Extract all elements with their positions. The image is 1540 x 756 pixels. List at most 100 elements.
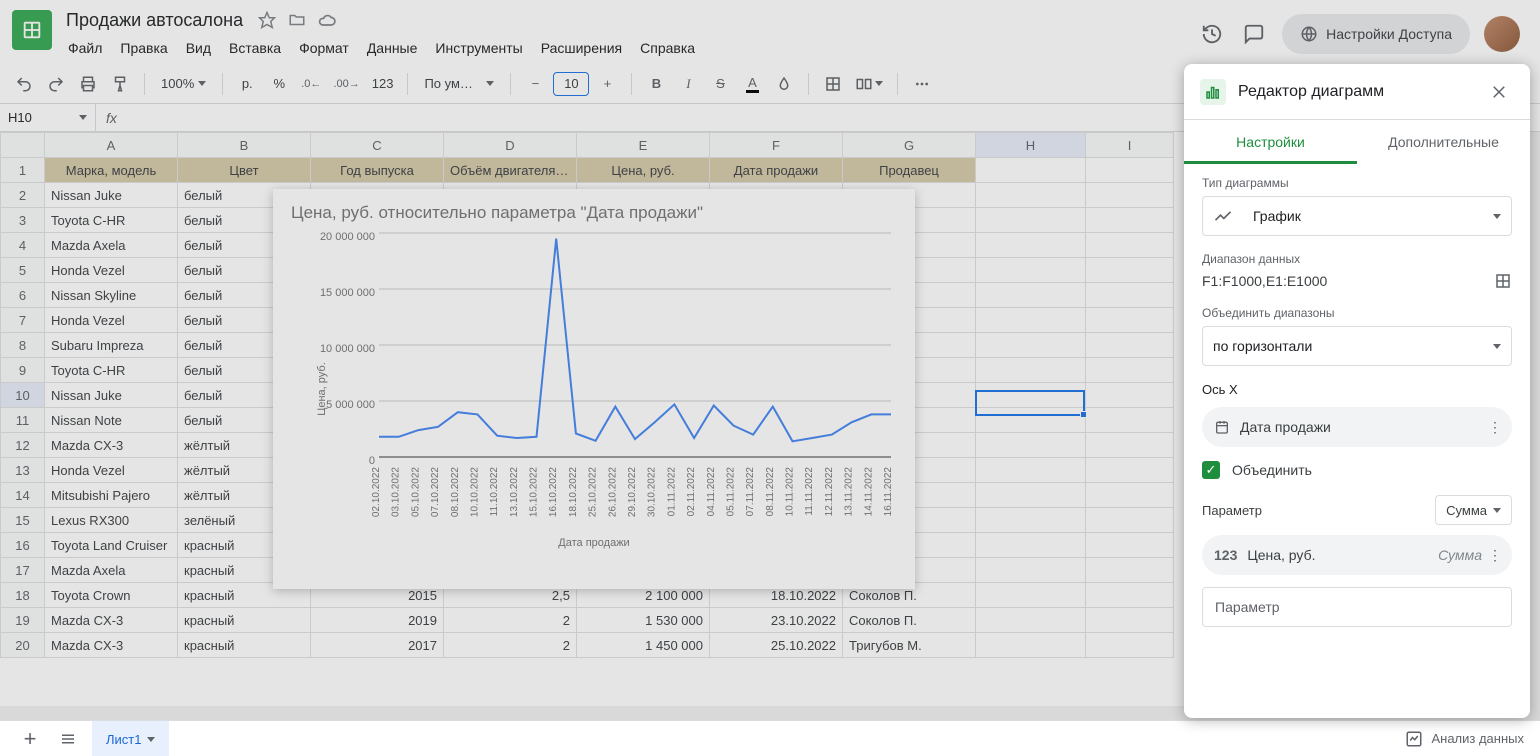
cell[interactable]: 2 — [444, 608, 577, 633]
col-header-D[interactable]: D — [444, 133, 577, 158]
cell[interactable]: Nissan Juke — [45, 383, 178, 408]
col-header-G[interactable]: G — [843, 133, 976, 158]
cell[interactable]: Nissan Juke — [45, 183, 178, 208]
row-header[interactable]: 6 — [1, 283, 45, 308]
more-icon[interactable]: ⋮ — [1488, 419, 1502, 436]
cell[interactable]: Honda Vezel — [45, 258, 178, 283]
paint-format-button[interactable] — [106, 70, 134, 98]
header-cell[interactable]: Объём двигателя, л — [444, 158, 577, 183]
col-header-F[interactable]: F — [710, 133, 843, 158]
col-header-A[interactable]: A — [45, 133, 178, 158]
cell[interactable]: Toyota C-HR — [45, 208, 178, 233]
cell[interactable]: Toyota Land Cruiser — [45, 533, 178, 558]
font-size-increase[interactable]: + — [593, 70, 621, 98]
cell[interactable]: Mazda CX-3 — [45, 608, 178, 633]
menu-инструменты[interactable]: Инструменты — [427, 36, 530, 60]
cell[interactable]: Toyota C-HR — [45, 358, 178, 383]
cell[interactable]: Honda Vezel — [45, 458, 178, 483]
row-header[interactable]: 14 — [1, 483, 45, 508]
decrease-decimal-button[interactable]: .0← — [297, 70, 325, 98]
row-header[interactable]: 7 — [1, 308, 45, 333]
increase-decimal-button[interactable]: .00→ — [329, 70, 363, 98]
cell[interactable]: 2017 — [311, 633, 444, 658]
col-header-B[interactable]: B — [178, 133, 311, 158]
header-cell[interactable]: Дата продажи — [710, 158, 843, 183]
menu-вид[interactable]: Вид — [178, 36, 219, 60]
font-size-input[interactable]: 10 — [553, 72, 589, 96]
print-button[interactable] — [74, 70, 102, 98]
cell[interactable]: красный — [178, 608, 311, 633]
merge-button[interactable] — [851, 70, 887, 98]
row-header[interactable]: 12 — [1, 433, 45, 458]
header-cell[interactable]: Марка, модель — [45, 158, 178, 183]
close-button[interactable] — [1490, 83, 1514, 101]
col-header-H[interactable]: H — [976, 133, 1086, 158]
history-icon[interactable] — [1198, 20, 1226, 48]
combine-ranges-select[interactable]: по горизонтали — [1202, 326, 1512, 366]
data-range-input[interactable]: F1:F1000,E1:E1000 — [1202, 273, 1494, 289]
header-cell[interactable]: Продавец — [843, 158, 976, 183]
more-icon[interactable]: ⋮ — [1488, 547, 1502, 564]
explore-button[interactable]: Анализ данных — [1405, 730, 1524, 748]
currency-button[interactable]: р. — [233, 70, 261, 98]
row-header[interactable]: 9 — [1, 358, 45, 383]
cell[interactable]: Mazda Axela — [45, 233, 178, 258]
row-header[interactable]: 15 — [1, 508, 45, 533]
sheet-tab-1[interactable]: Лист1 — [92, 721, 169, 756]
cell[interactable]: Mitsubishi Pajero — [45, 483, 178, 508]
redo-button[interactable] — [42, 70, 70, 98]
chart-type-select[interactable]: График — [1202, 196, 1512, 236]
menu-файл[interactable]: Файл — [60, 36, 110, 60]
font-size-decrease[interactable]: − — [521, 70, 549, 98]
doc-title[interactable]: Продажи автосалона — [60, 8, 249, 33]
cell[interactable]: Honda Vezel — [45, 308, 178, 333]
xaxis-chip[interactable]: Дата продажи ⋮ — [1202, 407, 1512, 447]
row-header[interactable]: 17 — [1, 558, 45, 583]
cell[interactable]: Subaru Impreza — [45, 333, 178, 358]
aggregate-type-select[interactable]: Сумма — [1435, 495, 1512, 525]
tab-customize[interactable]: Дополнительные — [1357, 120, 1530, 164]
row-header[interactable]: 8 — [1, 333, 45, 358]
row-header[interactable]: 19 — [1, 608, 45, 633]
fill-color-button[interactable] — [770, 70, 798, 98]
cell[interactable]: 23.10.2022 — [710, 608, 843, 633]
row-header[interactable]: 16 — [1, 533, 45, 558]
cell[interactable]: Mazda CX-3 — [45, 633, 178, 658]
menu-формат[interactable]: Формат — [291, 36, 357, 60]
menu-справка[interactable]: Справка — [632, 36, 703, 60]
header-cell[interactable]: Год выпуска — [311, 158, 444, 183]
all-sheets-button[interactable] — [54, 725, 82, 753]
menu-данные[interactable]: Данные — [359, 36, 426, 60]
cell[interactable]: Mazda Axela — [45, 558, 178, 583]
cloud-icon[interactable] — [315, 8, 339, 32]
share-button[interactable]: Настройки Доступа — [1282, 14, 1470, 54]
row-header[interactable]: 11 — [1, 408, 45, 433]
series-chip[interactable]: 123 Цена, руб. Сумма ⋮ — [1202, 535, 1512, 575]
percent-button[interactable]: % — [265, 70, 293, 98]
cell[interactable]: Mazda CX-3 — [45, 433, 178, 458]
menu-вставка[interactable]: Вставка — [221, 36, 289, 60]
bold-button[interactable]: B — [642, 70, 670, 98]
cell[interactable]: Соколов П. — [843, 608, 976, 633]
header-cell[interactable]: Цена, руб. — [577, 158, 710, 183]
row-header[interactable]: 1 — [1, 158, 45, 183]
comment-icon[interactable] — [1240, 20, 1268, 48]
select-range-icon[interactable] — [1494, 272, 1512, 290]
cell[interactable]: 2019 — [311, 608, 444, 633]
aggregate-checkbox[interactable]: ✓ — [1202, 461, 1220, 479]
row-header[interactable]: 13 — [1, 458, 45, 483]
cell[interactable]: Nissan Note — [45, 408, 178, 433]
row-header[interactable]: 18 — [1, 583, 45, 608]
row-header[interactable]: 2 — [1, 183, 45, 208]
menu-правка[interactable]: Правка — [112, 36, 175, 60]
cell[interactable]: 1 450 000 — [577, 633, 710, 658]
number-format-button[interactable]: 123 — [368, 70, 398, 98]
sheets-logo[interactable] — [12, 10, 52, 50]
avatar[interactable] — [1484, 16, 1520, 52]
add-sheet-button[interactable]: + — [16, 725, 44, 753]
italic-button[interactable]: I — [674, 70, 702, 98]
move-icon[interactable] — [285, 8, 309, 32]
star-icon[interactable] — [255, 8, 279, 32]
row-header[interactable]: 3 — [1, 208, 45, 233]
font-select[interactable]: По ум… — [418, 70, 500, 98]
